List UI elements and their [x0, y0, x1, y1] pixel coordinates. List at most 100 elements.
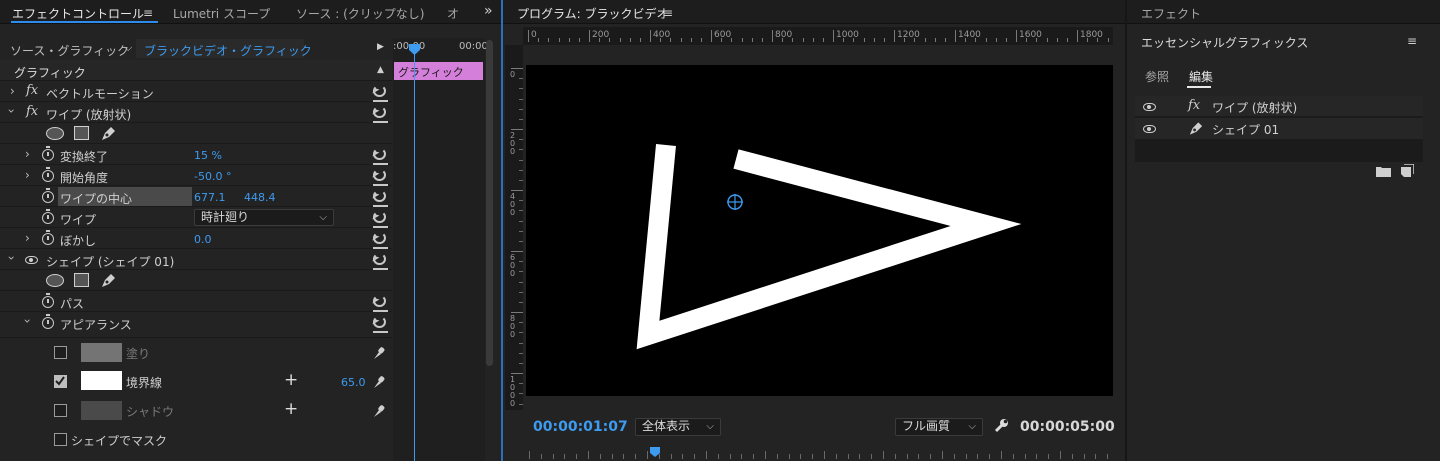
pen-mask-icon[interactable]	[100, 125, 117, 142]
wipe-center-x-value[interactable]: 677.1	[194, 191, 226, 204]
new-layer-icon[interactable]	[1401, 164, 1414, 177]
transition-end-value[interactable]: 15 %	[194, 149, 222, 162]
eye-icon[interactable]	[25, 256, 38, 264]
stroke-width-value[interactable]: 65.0	[341, 376, 366, 389]
panel-menu-icon[interactable]: ≡	[663, 6, 673, 20]
tab-effects[interactable]: エフェクト	[1141, 5, 1201, 22]
stroke-checkbox[interactable]	[54, 375, 67, 388]
fx-icon[interactable]: fx	[26, 104, 38, 119]
scrub-tick	[965, 454, 967, 459]
clip-bar[interactable]: グラフィック	[394, 62, 483, 80]
stopwatch-icon[interactable]	[42, 293, 54, 308]
ruler-label: 0	[531, 30, 537, 40]
ellipse-mask-icon[interactable]	[46, 274, 64, 287]
reset-icon[interactable]	[373, 316, 388, 333]
panel-menu-icon[interactable]: ≡	[143, 6, 153, 20]
tab-browse[interactable]: 参照	[1145, 68, 1169, 85]
play-only-triangle-icon[interactable]: ▶	[377, 42, 384, 52]
layer-row-shape[interactable]: シェイプ 01	[1135, 118, 1423, 139]
collapse-chevron-icon[interactable]: ›	[4, 109, 18, 114]
rectangle-mask-icon[interactable]	[74, 273, 89, 287]
tab-lumetri-scopes[interactable]: Lumetri スコープ	[173, 5, 270, 22]
folder-icon[interactable]	[1376, 165, 1391, 177]
shape-layer-row[interactable]: › シェイプ (シェイプ 01)	[0, 249, 392, 270]
expand-chevron-icon[interactable]: ›	[25, 168, 30, 182]
expand-chevron-icon[interactable]: ›	[25, 231, 30, 245]
vertical-scrollbar[interactable]	[486, 40, 493, 366]
eye-icon[interactable]	[1143, 103, 1156, 111]
ellipse-mask-icon[interactable]	[46, 127, 64, 140]
path-label: パス	[60, 297, 85, 311]
eye-icon[interactable]	[1143, 125, 1156, 133]
tab-source[interactable]: ソース : (クリップなし)	[296, 5, 424, 22]
stopwatch-icon[interactable]	[42, 230, 54, 245]
stopwatch-icon[interactable]	[42, 146, 54, 161]
wipe-center-y-value[interactable]: 448.4	[244, 191, 276, 204]
wipe-effect-row[interactable]: › fx ワイプ (放射状)	[0, 102, 392, 123]
tab-overflow[interactable]: オ	[447, 5, 459, 22]
playhead-marker-icon[interactable]	[408, 43, 421, 56]
collapse-chevron-icon[interactable]: ›	[20, 319, 34, 324]
rectangle-mask-icon[interactable]	[74, 126, 89, 140]
reset-icon[interactable]	[373, 190, 388, 207]
scrub-tick	[706, 451, 707, 459]
clip-label: ブラックビデオ・グラフィック	[144, 44, 312, 58]
reset-icon[interactable]	[373, 148, 388, 165]
shadow-row: シャドウ +	[0, 398, 392, 424]
collapse-chevron-icon[interactable]: ›	[4, 256, 18, 261]
scrub-tick	[847, 454, 849, 459]
eyedropper-icon[interactable]	[373, 346, 385, 360]
stopwatch-icon[interactable]	[42, 209, 54, 224]
stopwatch-icon[interactable]	[42, 167, 54, 182]
fill-checkbox[interactable]	[54, 346, 67, 359]
stopwatch-icon[interactable]	[42, 314, 54, 329]
shadow-color-swatch[interactable]	[81, 401, 122, 420]
scrub-playhead-icon[interactable]	[649, 446, 661, 458]
fill-color-swatch[interactable]	[81, 343, 122, 362]
reset-icon[interactable]	[373, 295, 388, 312]
fx-icon[interactable]: fx	[26, 83, 38, 98]
eyedropper-icon[interactable]	[373, 375, 385, 389]
ruler-minor-tick	[863, 38, 865, 42]
reset-icon[interactable]	[373, 106, 388, 123]
tab-edit[interactable]: 編集	[1189, 68, 1213, 85]
mini-timeline[interactable]: :00:00 00:00 グラフィック	[393, 38, 488, 461]
wipe-direction-select[interactable]: 時計廻り ⌵	[194, 209, 334, 226]
scrub-tick	[753, 454, 755, 459]
stroke-color-swatch[interactable]	[81, 371, 122, 390]
scrub-bar[interactable]	[525, 448, 1113, 461]
zoom-select[interactable]: 全体表示 ⌵	[635, 418, 721, 436]
shape-graphic[interactable]	[526, 65, 1113, 396]
reset-icon[interactable]	[373, 253, 388, 270]
appearance-row[interactable]: › アピアランス	[0, 312, 392, 338]
wrench-icon[interactable]	[994, 418, 1009, 433]
tab-effect-controls[interactable]: エフェクトコントロール	[12, 5, 144, 22]
tab-overflow-chevron-icon[interactable]: »	[484, 3, 493, 19]
stopwatch-icon[interactable]	[42, 188, 54, 203]
add-icon[interactable]: +	[284, 370, 298, 390]
reset-icon[interactable]	[373, 85, 388, 102]
vector-motion-row[interactable]: › fx ベクトルモーション	[0, 81, 392, 102]
scrub-tick	[788, 454, 790, 459]
clip-selector[interactable]: ブラックビデオ・グラフィック	[136, 39, 312, 58]
add-icon[interactable]: +	[284, 399, 298, 419]
feather-value[interactable]: 0.0	[194, 233, 212, 246]
tab-program[interactable]: プログラム: ブラックビデオ	[517, 5, 669, 22]
quality-select[interactable]: フル画質 ⌵	[895, 418, 983, 436]
collapse-triangle-icon[interactable]: ▲	[377, 65, 384, 75]
current-timecode[interactable]: 00:00:01:07	[533, 419, 628, 435]
pen-mask-icon[interactable]	[100, 272, 117, 289]
reset-icon[interactable]	[373, 211, 388, 228]
eyedropper-icon[interactable]	[373, 404, 385, 418]
panel-menu-icon[interactable]: ≡	[1407, 34, 1417, 48]
program-canvas[interactable]	[526, 65, 1113, 396]
shadow-checkbox[interactable]	[54, 404, 67, 417]
source-dropdown-chevron-icon[interactable]: ⌵	[124, 41, 132, 55]
reset-icon[interactable]	[373, 232, 388, 249]
start-angle-value[interactable]: -50.0 °	[194, 170, 231, 183]
expand-chevron-icon[interactable]: ›	[25, 147, 30, 161]
reset-icon[interactable]	[373, 169, 388, 186]
layer-row-wipe[interactable]: fx ワイプ (放射状)	[1135, 96, 1423, 117]
mask-checkbox[interactable]	[54, 433, 67, 446]
expand-chevron-icon[interactable]: ›	[10, 84, 15, 98]
